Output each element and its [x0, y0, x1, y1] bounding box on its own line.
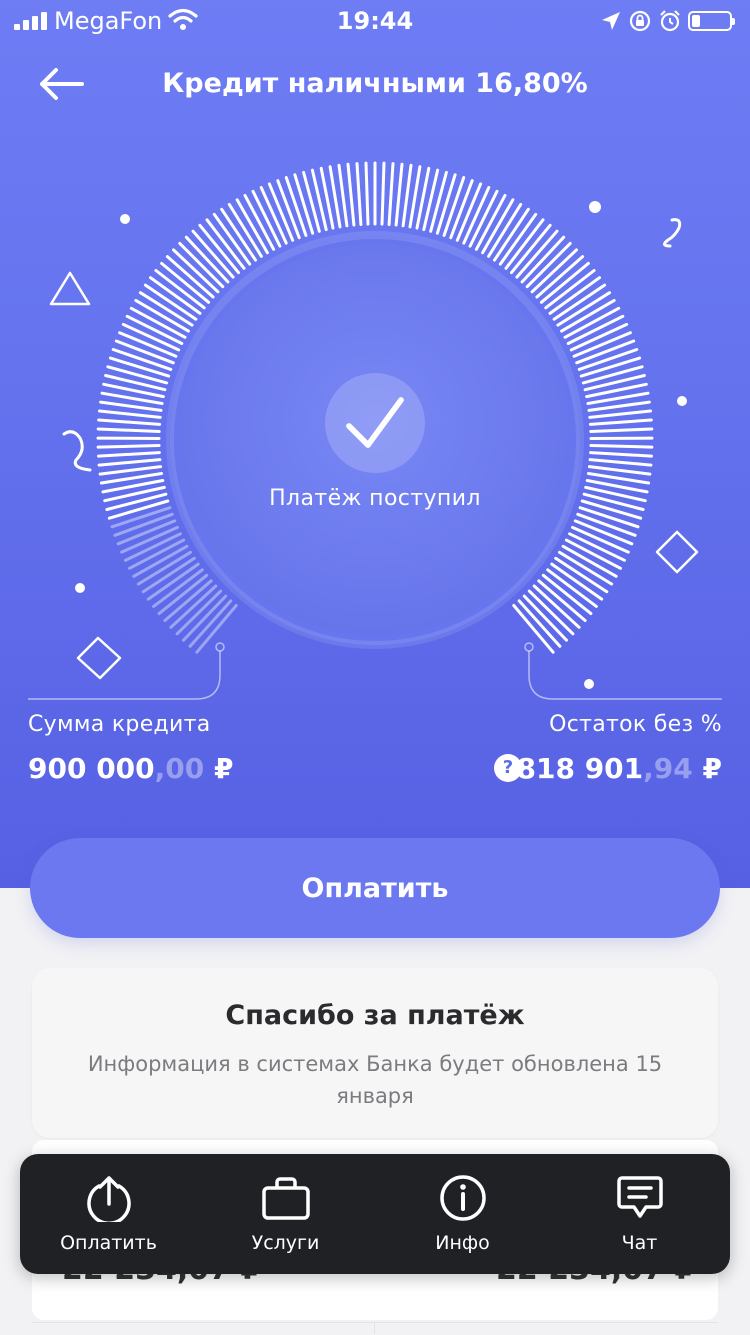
- tab-label: Оплатить: [20, 1232, 197, 1254]
- loan-amount-label: Сумма кредита: [28, 712, 211, 737]
- remaining-value: 818 901,94 ₽: [517, 752, 723, 785]
- pay-button[interactable]: Оплатить: [30, 838, 720, 938]
- notice-title: Спасибо за платёж: [32, 1000, 718, 1031]
- tab-label: Чат: [551, 1232, 728, 1254]
- info-icon: [439, 1174, 487, 1222]
- bottom-tab-bar: Оплатить Услуги Инфо Чат: [20, 1154, 730, 1274]
- divider: [32, 1322, 718, 1335]
- tab-label: Инфо: [374, 1232, 551, 1254]
- briefcase-icon: [260, 1174, 312, 1222]
- notice-text: Информация в системах Банка будет обновл…: [62, 1048, 688, 1112]
- pay-icon: [85, 1174, 133, 1222]
- loan-amount-value: 900 000,00 ₽: [28, 752, 234, 785]
- tab-chat[interactable]: Чат: [551, 1154, 728, 1274]
- remaining-label: Остаток без %: [549, 712, 722, 737]
- tab-label: Услуги: [197, 1232, 374, 1254]
- tab-info[interactable]: Инфо: [374, 1154, 551, 1274]
- tab-services[interactable]: Услуги: [197, 1154, 374, 1274]
- payment-status-text: Платёж поступил: [0, 486, 750, 511]
- payment-notice-card: Спасибо за платёж Информация в системах …: [32, 968, 718, 1138]
- chat-icon: [616, 1174, 664, 1222]
- divider: [374, 1322, 375, 1334]
- tab-pay[interactable]: Оплатить: [20, 1154, 197, 1274]
